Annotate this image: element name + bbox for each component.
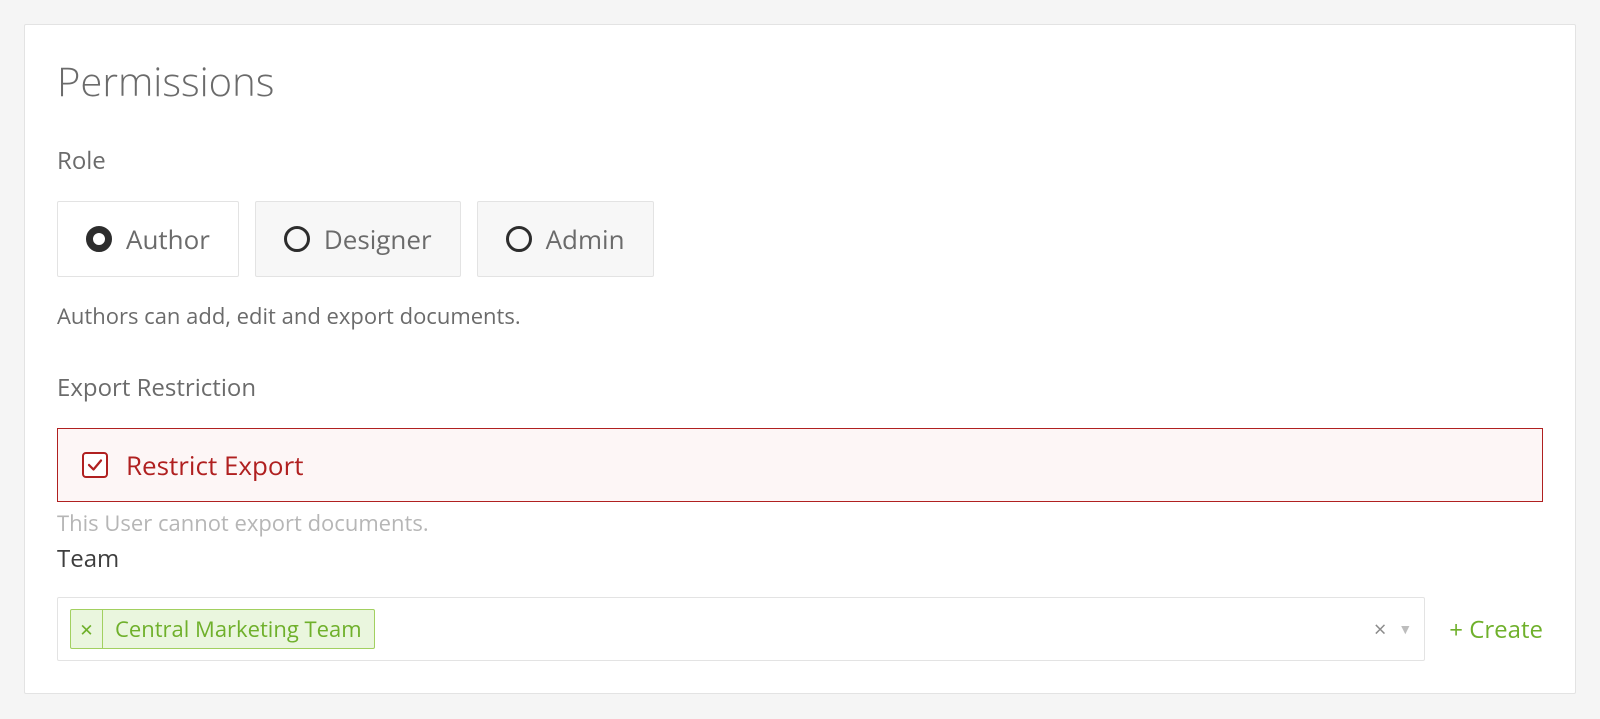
role-option-author[interactable]: Author: [57, 201, 239, 277]
create-team-button[interactable]: + Create: [1449, 613, 1543, 646]
team-chip: ✕ Central Marketing Team: [70, 609, 375, 649]
role-description: Authors can add, edit and export documen…: [57, 301, 1543, 331]
chevron-down-icon[interactable]: ▼: [1398, 620, 1412, 639]
radio-icon: [506, 226, 532, 252]
page-title: Permissions: [57, 53, 1543, 108]
permissions-card: Permissions Role Author Designer Admin A…: [24, 24, 1576, 694]
role-option-designer[interactable]: Designer: [255, 201, 461, 277]
select-controls: × ▼: [1374, 614, 1412, 644]
team-chip-label: Central Marketing Team: [103, 610, 374, 648]
team-chips: ✕ Central Marketing Team: [70, 609, 375, 649]
role-option-label: Author: [126, 221, 210, 257]
check-icon: [86, 456, 104, 474]
role-option-admin[interactable]: Admin: [477, 201, 654, 277]
clear-selection-icon[interactable]: ×: [1374, 614, 1387, 644]
team-row: ✕ Central Marketing Team × ▼ + Create: [57, 597, 1543, 661]
team-section-label: Team: [57, 542, 1543, 575]
team-select[interactable]: ✕ Central Marketing Team × ▼: [57, 597, 1425, 661]
restrict-export-label: Restrict Export: [126, 447, 303, 483]
radio-selected-icon: [86, 226, 112, 252]
role-section-label: Role: [57, 144, 1543, 177]
role-options: Author Designer Admin: [57, 201, 1543, 277]
export-restriction-label: Export Restriction: [57, 371, 1543, 404]
radio-icon: [284, 226, 310, 252]
restrict-export-box: Restrict Export: [57, 428, 1543, 502]
role-option-label: Designer: [324, 221, 432, 257]
role-option-label: Admin: [546, 221, 625, 257]
restrict-export-description: This User cannot export documents.: [57, 508, 1543, 538]
restrict-export-checkbox[interactable]: [82, 452, 108, 478]
chip-remove-icon[interactable]: ✕: [71, 610, 103, 648]
